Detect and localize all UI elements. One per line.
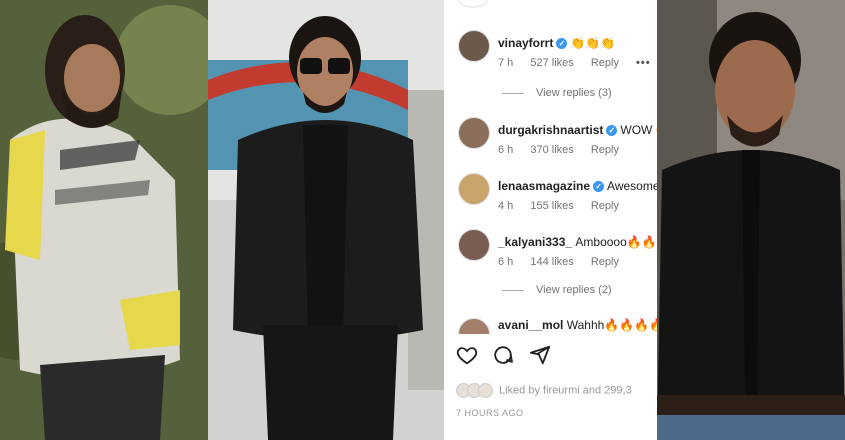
comment-header: avani__mol Wahhh🔥🔥🔥🔥 — [498, 318, 657, 332]
divider — [502, 289, 524, 291]
comment-text: 👏👏👏 — [570, 36, 616, 50]
liked-by-text: Liked by fireurmi and 299,3 — [499, 384, 632, 397]
divider — [502, 92, 524, 94]
comment-icon[interactable] — [492, 344, 514, 366]
view-replies-label: View replies (3) — [536, 87, 612, 99]
photo-1-illustration — [0, 0, 208, 440]
comment-item: avani__mol Wahhh🔥🔥🔥🔥 — [444, 312, 657, 334]
comment-text: WOW 😊 — [620, 123, 657, 137]
comment-header: durgakrishnaartist✓WOW 😊 — [498, 123, 657, 137]
partial-avatar — [458, 0, 488, 8]
comment-text: Wahhh🔥🔥🔥🔥 — [566, 318, 657, 332]
more-options-icon[interactable]: ••• — [636, 57, 651, 69]
heart-icon[interactable] — [456, 344, 478, 366]
comment-username[interactable]: _kalyani333_ — [498, 235, 572, 249]
comment-header: vinayforrt ✓ 👏👏👏 — [498, 36, 615, 50]
comment-item: lenaasmagazine ✓ Awesome 4 h 155 likes Rep… — [444, 173, 657, 233]
photo-man-sports-jersey — [0, 0, 208, 440]
post-timestamp: 7 HOURS AGO — [456, 408, 524, 418]
reply-button[interactable]: Reply — [591, 200, 619, 212]
verified-badge-icon: ✓ — [593, 181, 605, 192]
verified-badge-icon: ✓ — [556, 38, 568, 49]
view-replies-link[interactable]: View replies (3) — [502, 87, 612, 99]
avatar[interactable] — [458, 318, 490, 334]
comment-item: vinayforrt ✓ 👏👏👏 7 h 527 likes Reply ••• — [444, 30, 657, 90]
action-bar — [456, 344, 561, 371]
verified-badge-icon: ✓ — [606, 125, 618, 136]
comment-username[interactable]: vinayforrt — [498, 36, 553, 50]
reply-button[interactable]: Reply — [591, 57, 619, 69]
view-replies-label: View replies (2) — [536, 284, 612, 296]
comment-likes[interactable]: 370 likes — [530, 144, 573, 156]
view-replies-link[interactable]: View replies (2) — [502, 284, 612, 296]
comment-header: _kalyani333_ Amboooo🔥🔥🔥 — [498, 235, 657, 249]
liked-by[interactable]: Liked by fireurmi and 299,3 — [456, 383, 632, 398]
comment-item: durgakrishnaartist✓WOW 😊 6 h 370 likes R… — [444, 117, 657, 177]
avatar[interactable] — [458, 173, 490, 205]
share-icon[interactable] — [529, 344, 551, 366]
comment-time: 6 h — [498, 144, 514, 156]
comment-meta: 4 h 155 likes Reply — [498, 200, 633, 212]
photo-man-glasses-jacket — [208, 0, 444, 440]
comment-username[interactable]: avani__mol — [498, 318, 563, 332]
reply-button[interactable]: Reply — [591, 144, 619, 156]
avatar[interactable] — [458, 117, 490, 149]
comment-meta: 6 h 144 likes Reply — [498, 256, 633, 268]
liker-avatar — [478, 383, 493, 398]
photo-4-illustration — [657, 0, 845, 440]
comment-text: Awesome — [607, 179, 657, 193]
comment-text: Amboooo🔥🔥🔥 — [575, 235, 657, 249]
comment-item: _kalyani333_ Amboooo🔥🔥🔥 6 h 144 likes Re… — [444, 229, 657, 289]
comment-header: lenaasmagazine ✓ Awesome — [498, 179, 657, 193]
comment-username[interactable]: lenaasmagazine — [498, 179, 590, 193]
avatar[interactable] — [458, 229, 490, 261]
avatar[interactable] — [458, 30, 490, 62]
reply-button[interactable]: Reply — [591, 256, 619, 268]
comment-meta: 6 h 370 likes Reply — [498, 144, 633, 156]
comment-username[interactable]: durgakrishnaartist — [498, 123, 603, 137]
photo-man-black-shirt — [657, 0, 845, 440]
comment-meta: 7 h 527 likes Reply ••• — [498, 57, 657, 69]
comments-panel: vinayforrt ✓ 👏👏👏 7 h 527 likes Reply ••• V… — [444, 0, 657, 440]
comment-likes[interactable]: 144 likes — [530, 256, 573, 268]
comment-time: 7 h — [498, 57, 514, 69]
comment-likes[interactable]: 155 likes — [530, 200, 573, 212]
photo-2-illustration — [208, 0, 444, 440]
comment-likes[interactable]: 527 likes — [530, 57, 573, 69]
comment-time: 6 h — [498, 256, 514, 268]
comment-time: 4 h — [498, 200, 514, 212]
